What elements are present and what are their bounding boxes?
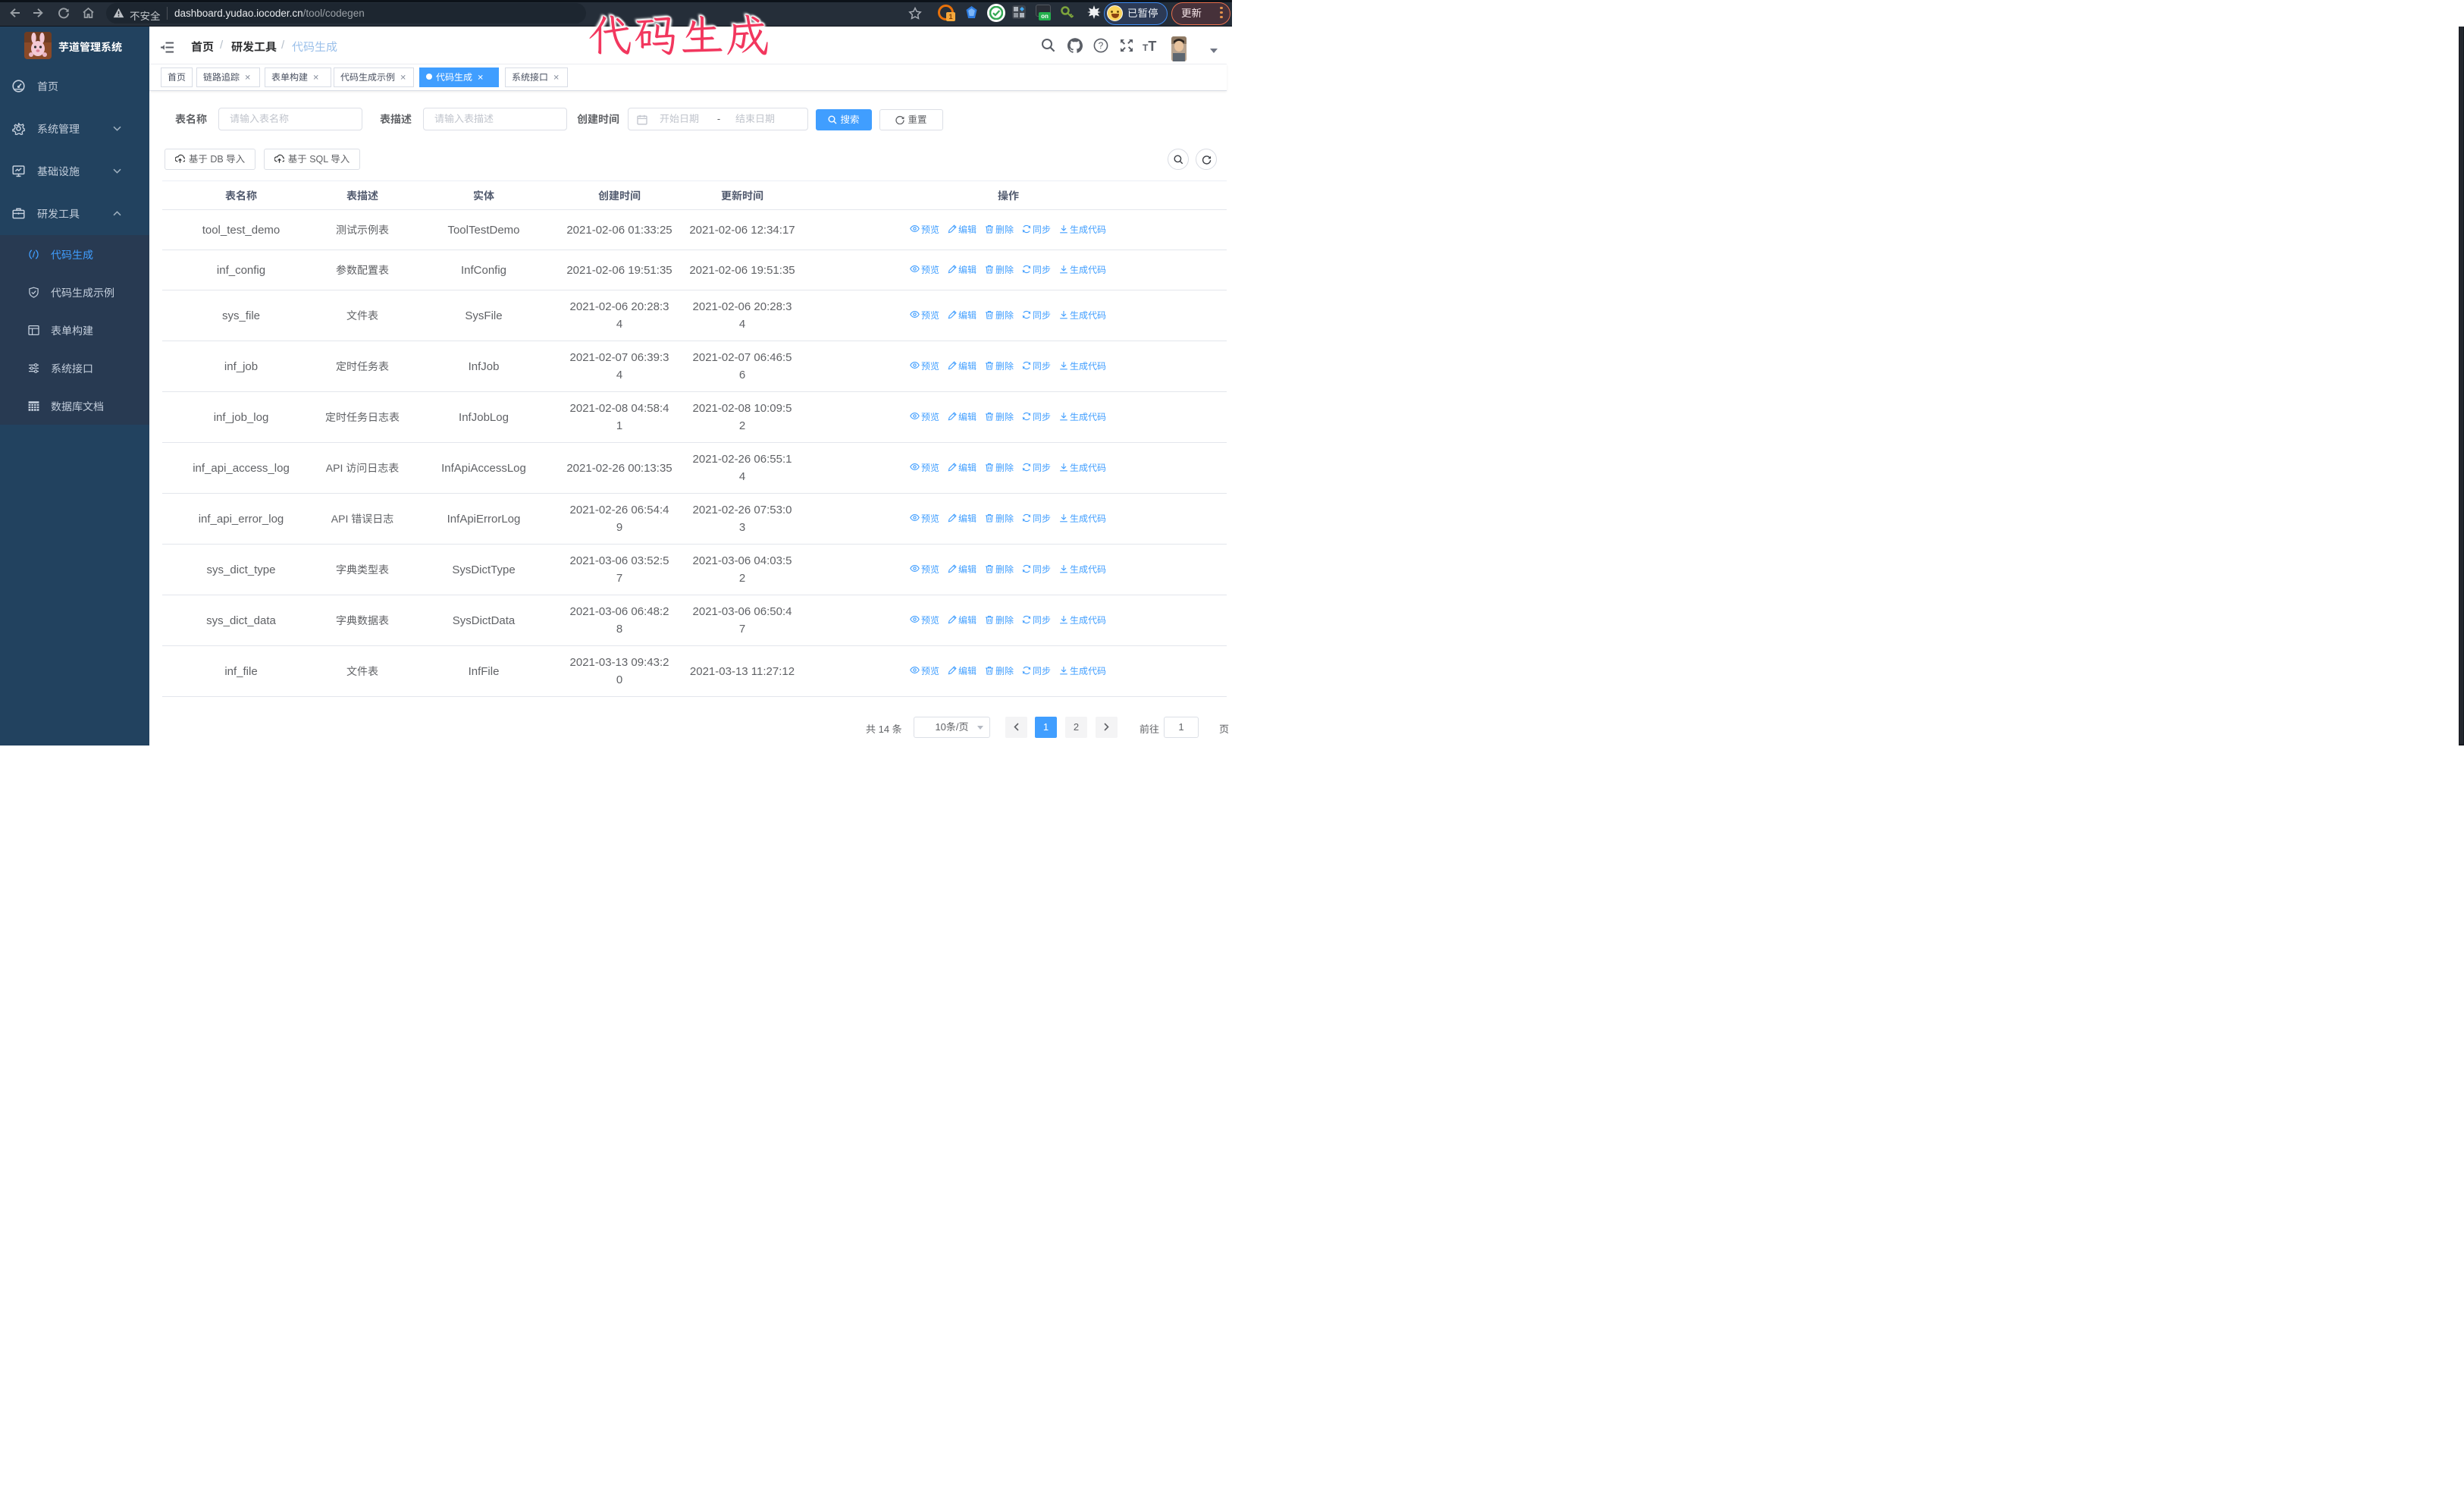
svg-text:?: ? bbox=[1099, 40, 1104, 51]
